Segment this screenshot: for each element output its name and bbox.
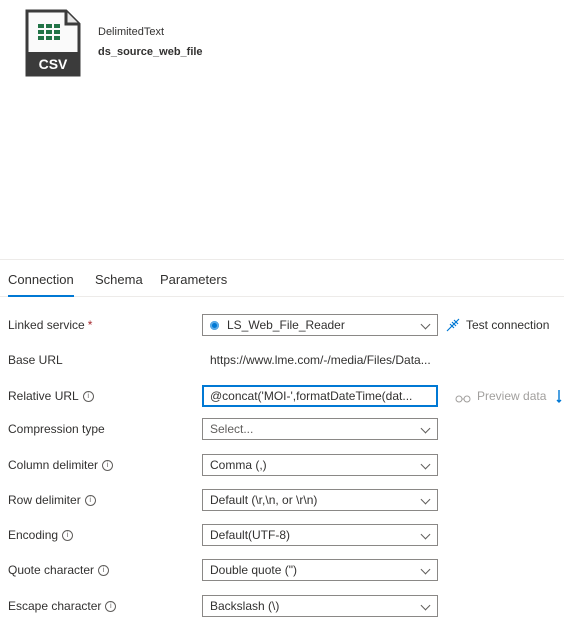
linked-service-label: Linked service * (8, 318, 93, 332)
relative-url-label: Relative URL i (8, 389, 94, 403)
info-icon: i (102, 460, 114, 471)
column-delimiter-row: Column delimiter i Comma (,) (0, 453, 564, 479)
info-icon: i (62, 530, 74, 541)
info-icon: i (98, 565, 110, 576)
base-url-row: Base URL https://www.lme.com/-/media/Fil… (0, 348, 564, 374)
chevron-down-icon (420, 423, 431, 434)
glasses-icon (455, 395, 471, 403)
encoding-label: Encoding i (8, 528, 74, 542)
info-icon: i (105, 601, 117, 612)
tab-bar: Connection Schema Parameters (0, 259, 564, 297)
escape-character-row: Escape character i Backslash (\) (0, 594, 564, 620)
quote-character-row: Quote character i Double quote (") (0, 558, 564, 584)
plug-icon (446, 318, 460, 332)
dataset-name: ds_source_web_file (98, 46, 203, 58)
compression-type-row: Compression type Select... (0, 417, 564, 443)
tab-connection[interactable]: Connection (8, 260, 74, 297)
encoding-row: Encoding i Default(UTF-8) (0, 523, 564, 549)
edit-icon[interactable] (556, 388, 564, 404)
required-marker: * (87, 318, 93, 332)
tab-schema[interactable]: Schema (95, 260, 143, 296)
linked-service-dropdown[interactable]: LS_Web_File_Reader (202, 314, 438, 336)
chevron-down-icon (420, 529, 431, 540)
chevron-down-icon (420, 494, 431, 505)
base-url-label: Base URL (8, 353, 63, 367)
compression-type-label: Compression type (8, 422, 105, 436)
linked-service-row: Linked service * LS_Web_File_Reader Test … (0, 313, 564, 339)
chevron-down-icon (420, 459, 431, 470)
row-delimiter-row: Row delimiter i Default (\r,\n, or \r\n) (0, 488, 564, 514)
csv-file-icon: CSV (25, 9, 81, 77)
info-icon: i (84, 495, 96, 506)
chevron-down-icon (420, 564, 431, 575)
base-url-value: https://www.lme.com/-/media/Files/Data..… (210, 353, 431, 367)
quote-character-label: Quote character i (8, 563, 110, 577)
dataset-header: CSV DelimitedText ds_source_web_file (24, 8, 324, 88)
compression-type-dropdown[interactable]: Select... (202, 418, 438, 440)
escape-character-label: Escape character i (8, 599, 117, 613)
csv-icon-label: CSV (39, 56, 68, 72)
info-icon: i (82, 391, 94, 402)
chevron-down-icon (420, 319, 431, 330)
quote-character-dropdown[interactable]: Double quote (") (202, 559, 438, 581)
column-delimiter-dropdown[interactable]: Comma (,) (202, 454, 438, 476)
tab-parameters[interactable]: Parameters (160, 260, 227, 296)
chevron-down-icon (420, 600, 431, 611)
linked-service-icon (210, 321, 219, 330)
relative-url-row: Relative URL i @concat('MOI-',formatDateT… (0, 384, 564, 410)
row-delimiter-dropdown[interactable]: Default (\r,\n, or \r\n) (202, 489, 438, 511)
encoding-dropdown[interactable]: Default(UTF-8) (202, 524, 438, 546)
row-delimiter-label: Row delimiter i (8, 493, 96, 507)
relative-url-input[interactable]: @concat('MOI-',formatDateTime(dat... (202, 385, 438, 407)
preview-data-button[interactable]: Preview data (455, 389, 546, 403)
test-connection-button[interactable]: Test connection (446, 318, 549, 332)
column-delimiter-label: Column delimiter i (8, 458, 114, 472)
escape-character-dropdown[interactable]: Backslash (\) (202, 595, 438, 617)
dataset-type: DelimitedText (98, 26, 165, 38)
